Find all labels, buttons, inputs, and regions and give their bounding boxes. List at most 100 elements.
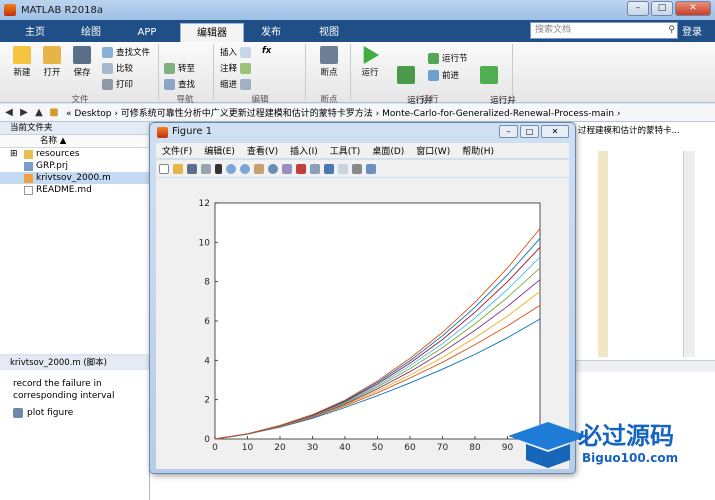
print-figure-icon[interactable] [201, 163, 211, 174]
file-item-readme[interactable]: README.md [0, 184, 149, 196]
up-folder-icon[interactable]: ▲ [33, 107, 45, 118]
save-icon [73, 46, 91, 64]
expand-icon[interactable]: ⊞ [10, 148, 18, 160]
forward-arrow-icon[interactable]: ▶ [18, 107, 30, 118]
details-panel: krivtsov_2000.m (脚本) record the failure … [0, 356, 150, 500]
run-section-button[interactable]: 运行节 [428, 52, 468, 64]
menu-edit[interactable]: 编辑(E) [198, 144, 241, 157]
insert-button[interactable]: 插入 [220, 46, 252, 58]
editor-tab-title[interactable]: 过程建模和估计的蒙特卡... [578, 124, 698, 136]
comment-label: 注释 [220, 64, 238, 74]
new-button[interactable]: 新建 [8, 46, 36, 78]
x-tick-label: 10 [242, 443, 254, 453]
browse-folder-icon[interactable]: ■ [48, 107, 60, 118]
separator [305, 44, 306, 100]
file-name: README.md [36, 185, 92, 195]
plot-figure-item[interactable]: plot figure [13, 408, 73, 418]
search-documentation-input[interactable]: 搜索文档 ⚲ [530, 22, 678, 39]
find-icon [164, 78, 175, 90]
watermark-text: 必过源码 [578, 422, 674, 450]
x-tick-label: 80 [469, 443, 481, 453]
rotate-icon[interactable] [268, 163, 278, 174]
breakpoints-button[interactable]: 断点 [312, 46, 346, 78]
x-tick-label: 60 [404, 443, 416, 453]
minimize-button[interactable]: – [627, 1, 649, 16]
run-section-label: 运行节 [442, 54, 468, 64]
tab-view[interactable]: 视图 [310, 23, 348, 42]
new-icon [13, 46, 31, 64]
figure-minimize-button[interactable]: – [499, 125, 518, 138]
brush-icon[interactable] [296, 163, 306, 174]
print-label: 打印 [116, 80, 134, 90]
compare-icon [102, 62, 113, 74]
breadcrumb[interactable]: « Desktop › 可修系统可靠性分析中广义更新过程建模和估计的蒙特卡罗方法… [66, 106, 621, 119]
hide-plot-tools-icon[interactable] [352, 163, 362, 174]
tab-apps[interactable]: APP [128, 23, 166, 42]
find-button[interactable]: 查找 [164, 78, 195, 90]
comment-button[interactable]: 注释 [220, 62, 252, 74]
editor-scrollbar[interactable] [683, 151, 695, 357]
file-item-grp-prj[interactable]: GRP.prj [0, 160, 149, 172]
open-file-icon[interactable] [173, 163, 183, 174]
maximize-button[interactable]: □ [651, 1, 673, 16]
plot-area [214, 202, 541, 440]
print-button[interactable]: 打印 [102, 78, 133, 90]
menu-insert[interactable]: 插入(I) [284, 144, 324, 157]
y-tick-label: 10 [199, 238, 211, 248]
menu-view[interactable]: 查看(V) [241, 144, 284, 157]
zoom-in-icon[interactable] [226, 163, 236, 174]
name-column-header[interactable]: 名称 ▲ [0, 135, 149, 148]
figure-close-button[interactable]: ✕ [541, 125, 569, 138]
save-button[interactable]: 保存 [68, 46, 96, 78]
new-figure-icon[interactable] [159, 163, 169, 174]
open-button[interactable]: 打开 [38, 46, 66, 78]
tab-home[interactable]: 主页 [16, 23, 54, 42]
y-tick-label: 4 [204, 356, 210, 366]
file-name: GRP.prj [36, 161, 69, 171]
file-item-krivtsov-2000[interactable]: krivtsov_2000.m [0, 172, 149, 184]
back-arrow-icon[interactable]: ◀ [3, 107, 15, 118]
close-button[interactable]: ✕ [675, 1, 711, 16]
show-plot-tools-icon[interactable] [366, 163, 376, 174]
legend-icon[interactable] [338, 163, 348, 174]
separator [512, 44, 513, 100]
menu-desktop[interactable]: 桌面(D) [366, 144, 410, 157]
zoom-out-icon[interactable] [240, 163, 250, 174]
compare-button[interactable]: 比较 [102, 62, 133, 74]
pointer-icon[interactable] [215, 163, 222, 174]
pan-icon[interactable] [254, 163, 264, 174]
menu-file[interactable]: 文件(F) [156, 144, 198, 157]
login-link[interactable]: 登录 [682, 23, 702, 38]
goto-button[interactable]: 转至 [164, 62, 195, 74]
menu-tools[interactable]: 工具(T) [324, 144, 367, 157]
address-bar: ◀ ▶ ▲ ■ « Desktop › 可修系统可靠性分析中广义更新过程建模和估… [0, 104, 715, 122]
save-figure-icon[interactable] [187, 163, 197, 174]
script-file-icon [24, 174, 33, 183]
menu-window[interactable]: 窗口(W) [410, 144, 456, 157]
tab-publish[interactable]: 发布 [252, 23, 290, 42]
menu-help[interactable]: 帮助(H) [456, 144, 500, 157]
find-files-button[interactable]: 查找文件 [102, 46, 150, 58]
insert-function-button[interactable]: fx [262, 46, 271, 56]
x-tick-label: 50 [372, 443, 384, 453]
file-item-resources[interactable]: ⊞ resources [0, 148, 149, 160]
link-plot-icon[interactable] [310, 163, 320, 174]
indent-button[interactable]: 缩进 [220, 78, 252, 90]
x-tick-label: 70 [437, 443, 449, 453]
y-tick-label: 2 [204, 396, 210, 406]
x-tick-label: 0 [212, 443, 218, 453]
data-cursor-icon[interactable] [282, 163, 292, 174]
file-name: resources [36, 149, 80, 159]
tab-editor[interactable]: 编辑器 [180, 23, 244, 42]
run-button[interactable]: 运行 [356, 46, 384, 78]
colorbar-icon[interactable] [324, 163, 334, 174]
open-label: 打开 [43, 68, 61, 78]
advance-button[interactable]: 前进 [428, 69, 459, 81]
breakpoint-icon [320, 46, 338, 64]
advance-icon [428, 69, 439, 81]
tab-plots[interactable]: 绘图 [72, 23, 110, 42]
y-tick-label: 8 [204, 278, 210, 288]
search-icon[interactable]: ⚲ [668, 23, 675, 38]
figure-maximize-button[interactable]: □ [520, 125, 539, 138]
file-name: krivtsov_2000.m [36, 173, 111, 183]
